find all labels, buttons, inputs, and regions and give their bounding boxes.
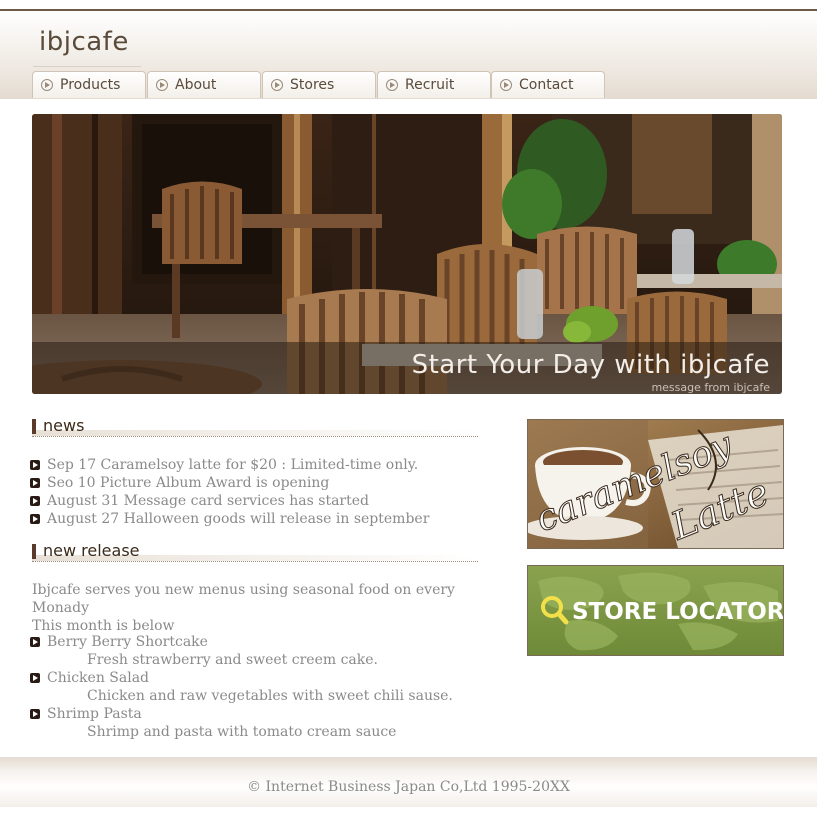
play-bullet-icon bbox=[30, 709, 40, 719]
new-release-heading-text: new release bbox=[43, 541, 140, 560]
menu-item-name: Chicken Salad bbox=[47, 670, 150, 686]
play-bullet-icon bbox=[30, 637, 40, 647]
hero-title: Start Your Day with ibjcafe bbox=[411, 350, 770, 380]
play-circle-icon bbox=[156, 79, 168, 91]
news-item-text: August 27 Halloween goods will release i… bbox=[47, 511, 430, 527]
play-bullet-icon bbox=[30, 514, 40, 524]
menu-item-name: Berry Berry Shortcake bbox=[47, 634, 208, 650]
store-locator-label: STORE LOCATOR bbox=[572, 599, 783, 625]
intro-line: Ibjcafe serves you new menus using seaso… bbox=[32, 582, 455, 616]
heading-bar bbox=[32, 419, 36, 434]
nav-tab-stores[interactable]: Stores bbox=[262, 71, 376, 98]
new-release-intro: Ibjcafe serves you new menus using seaso… bbox=[32, 581, 492, 635]
play-circle-icon bbox=[500, 79, 512, 91]
store-locator-banner[interactable]: STORE LOCATOR bbox=[527, 565, 784, 656]
play-circle-icon bbox=[271, 79, 283, 91]
nav-tab-label: About bbox=[175, 77, 217, 93]
nav-tab-recruit[interactable]: Recruit bbox=[377, 71, 491, 98]
news-item[interactable]: Sep 17 Caramelsoy latte for $20 : Limite… bbox=[30, 456, 429, 474]
nav-tab-products[interactable]: Products bbox=[32, 71, 146, 98]
new-release-heading: new release bbox=[32, 541, 478, 562]
play-circle-icon bbox=[386, 79, 398, 91]
heading-bar bbox=[32, 544, 36, 559]
news-item-text: Sep 17 Caramelsoy latte for $20 : Limite… bbox=[47, 457, 419, 473]
play-bullet-icon bbox=[30, 478, 40, 488]
nav-tab-label: Products bbox=[60, 77, 121, 93]
play-bullet-icon bbox=[30, 496, 40, 506]
play-circle-icon bbox=[41, 79, 53, 91]
news-item-text: August 31 Message card services has star… bbox=[47, 493, 369, 509]
site-logo[interactable]: ibjcafe bbox=[39, 27, 129, 57]
heading-fade bbox=[32, 430, 478, 436]
menu-item[interactable]: Berry Berry Shortcake Fresh strawberry an… bbox=[30, 633, 453, 669]
news-item-text: Seo 10 Picture Album Award is opening bbox=[47, 475, 330, 491]
hero-banner: Start Your Day with ibjcafe message from… bbox=[32, 114, 782, 394]
play-bullet-icon bbox=[30, 673, 40, 683]
logo-underline bbox=[33, 66, 141, 67]
new-release-list: Berry Berry Shortcake Fresh strawberry an… bbox=[30, 633, 453, 741]
menu-item-desc: Chicken and raw vegetables with sweet ch… bbox=[87, 688, 453, 704]
store-locator-art: STORE LOCATOR bbox=[528, 566, 783, 655]
nav-tab-label: Contact bbox=[519, 77, 574, 93]
news-list: Sep 17 Caramelsoy latte for $20 : Limite… bbox=[30, 456, 429, 528]
news-item[interactable]: August 27 Halloween goods will release i… bbox=[30, 510, 429, 528]
nav-tab-contact[interactable]: Contact bbox=[491, 71, 605, 98]
copyright: © Internet Business Japan Co,Ltd 1995-20… bbox=[247, 779, 570, 795]
news-item[interactable]: Seo 10 Picture Album Award is opening bbox=[30, 474, 429, 492]
latte-banner-art: caramelsoy Latte bbox=[528, 420, 783, 548]
menu-item[interactable]: Chicken Salad Chicken and raw vegetables … bbox=[30, 669, 453, 705]
menu-item-name: Shrimp Pasta bbox=[47, 706, 142, 722]
menu-item-desc: Shrimp and pasta with tomato cream sauce bbox=[87, 724, 397, 740]
play-bullet-icon bbox=[30, 460, 40, 470]
menu-item[interactable]: Shrimp Pasta Shrimp and pasta with tomato… bbox=[30, 705, 453, 741]
nav-tab-about[interactable]: About bbox=[147, 71, 261, 98]
news-heading: news bbox=[32, 416, 478, 437]
news-heading-text: news bbox=[43, 416, 85, 435]
hero-subtitle: message from ibjcafe bbox=[651, 381, 770, 394]
caramelsoy-latte-banner[interactable]: caramelsoy Latte bbox=[527, 419, 784, 549]
menu-item-desc: Fresh strawberry and sweet creem cake. bbox=[87, 652, 378, 668]
nav-tab-label: Stores bbox=[290, 77, 335, 93]
news-item[interactable]: August 31 Message card services has star… bbox=[30, 492, 429, 510]
nav-tab-label: Recruit bbox=[405, 77, 455, 93]
